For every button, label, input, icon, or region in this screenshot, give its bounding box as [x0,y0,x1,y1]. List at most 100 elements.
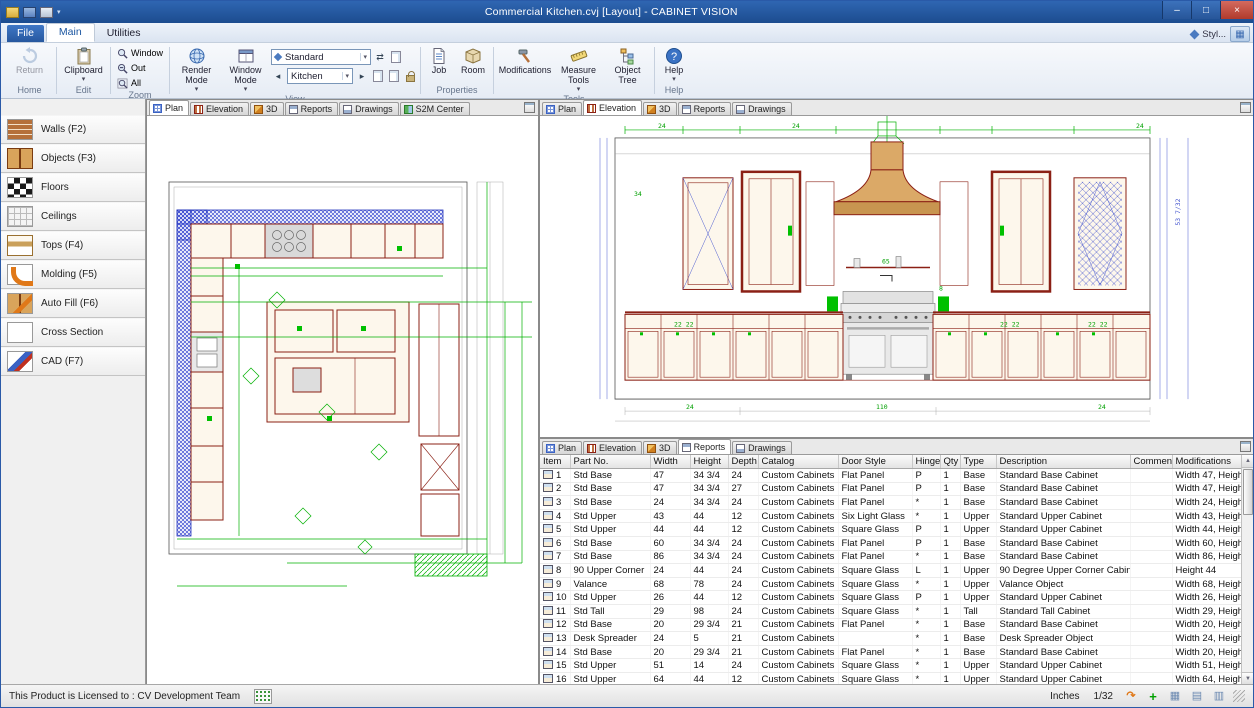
tab-reports[interactable]: Reports [678,102,732,115]
report-row[interactable]: 13Desk Spreader24521Custom Cabinets*1Bas… [540,632,1241,646]
tab-drawings[interactable]: Drawings [732,102,792,115]
tab-plan[interactable]: Plan [542,102,582,115]
minimize-button[interactable]: – [1162,1,1191,19]
plan-canvas[interactable] [147,116,538,685]
report-row[interactable]: 9Valance687824Custom CabinetsSquare Glas… [540,577,1241,591]
column-header-comment[interactable]: Comment [1130,455,1172,469]
report-row[interactable]: 2Std Base4734 3/427Custom CabinetsFlat P… [540,482,1241,496]
report-row[interactable]: 4Std Upper434412Custom CabinetsSix Light… [540,509,1241,523]
close-button[interactable]: × [1220,1,1253,19]
scroll-thumb[interactable] [1243,469,1253,515]
transfer-style-button[interactable]: ⇄ [373,50,387,64]
tab-reports[interactable]: Reports [678,439,732,454]
tab-elevation[interactable]: Elevation [583,100,642,115]
pane-maximize-button[interactable] [1240,441,1251,452]
apply-style-button[interactable] [389,50,403,64]
sidebar-item-objects[interactable]: Objects (F3) [1,144,145,173]
scroll-up-icon[interactable]: ▲ [1242,455,1254,468]
sidebar-item-walls[interactable]: Walls (F2) [1,115,145,144]
previous-room-button[interactable]: ◂ [271,69,285,83]
report-row[interactable]: 14Std Base2029 3/421Custom CabinetsFlat … [540,645,1241,659]
room-combo[interactable]: Kitchen ▾ [287,68,353,84]
column-header-catalog[interactable]: Catalog [758,455,838,469]
snap-grid-button[interactable] [254,689,272,704]
column-header-type[interactable]: Type [960,455,996,469]
report-row[interactable]: 10Std Upper264412Custom CabinetsSquare G… [540,591,1241,605]
tab-drawings[interactable]: Drawings [732,441,792,454]
tab-3d[interactable]: 3D [250,102,284,115]
tab-plan[interactable]: Plan [149,100,189,115]
redo-icon[interactable]: ↷ [1123,691,1139,702]
copy-room-button[interactable] [387,69,401,83]
report-row[interactable]: 11Std Tall299824Custom CabinetsSquare Gl… [540,604,1241,618]
modifications-button[interactable]: Modifications [497,46,553,77]
zoom-window-button[interactable]: Window [114,46,166,60]
tab-main[interactable]: Main [46,23,95,42]
sidebar-item-tops[interactable]: Tops (F4) [1,231,145,260]
tab-utilities[interactable]: Utilities [95,25,153,42]
tab-drawings[interactable]: Drawings [339,102,399,115]
report-row[interactable]: 6Std Base6034 3/424Custom CabinetsFlat P… [540,536,1241,550]
report-row[interactable]: 5Std Upper444412Custom CabinetsSquare Gl… [540,523,1241,537]
elevation-drawing[interactable]: 24 24 24 34 65 8 22 22 22 22 22 22 24 11… [540,116,1254,437]
sidebar-item-ceilings[interactable]: Ceilings [1,202,145,231]
column-header-qty[interactable]: Qty [940,455,960,469]
pane-maximize-button[interactable] [1240,102,1251,113]
save-icon[interactable] [23,7,36,18]
pane-maximize-button[interactable] [524,102,535,113]
grid-view-icon[interactable]: ▦ [1167,691,1183,702]
report-row[interactable]: 7Std Base8634 3/424Custom CabinetsFlat P… [540,550,1241,564]
sidebar-item-auto-fill[interactable]: Auto Fill (F6) [1,289,145,318]
sidebar-item-cad[interactable]: CAD (F7) [1,347,145,376]
tab-file[interactable]: File [7,25,44,42]
report-row[interactable]: 12Std Base2029 3/421Custom CabinetsFlat … [540,618,1241,632]
window-mode-button[interactable]: Window Mode ▾ [222,46,269,94]
job-button[interactable]: Job [424,46,454,77]
style-panel-label[interactable]: Styl... [1202,29,1226,40]
tab-reports[interactable]: Reports [285,102,339,115]
tab-s2m-center[interactable]: S2M Center [400,102,470,115]
tab-elevation[interactable]: Elevation [583,441,642,454]
report-row[interactable]: 15Std Upper511424Custom CabinetsSquare G… [540,659,1241,673]
new-room-button[interactable] [371,69,385,83]
zoom-all-button[interactable]: All [114,76,166,90]
column-header-hinge[interactable]: Hinge [912,455,940,469]
style-combo[interactable]: Standard ▾ [271,49,371,65]
table-view-icon[interactable]: ▤ [1189,691,1205,702]
render-mode-button[interactable]: Render Mode ▾ [173,46,220,94]
room-button[interactable]: Room [456,46,490,77]
column-header-door-style[interactable]: Door Style [838,455,912,469]
tab-3d[interactable]: 3D [643,102,677,115]
next-room-button[interactable]: ▸ [355,69,369,83]
return-button[interactable]: Return [6,46,53,77]
report-row[interactable]: 890 Upper Corner244424Custom CabinetsSqu… [540,564,1241,578]
reports-scrollbar[interactable]: ▲ ▼ [1241,455,1254,685]
report-row[interactable]: 1Std Base4734 3/424Custom CabinetsFlat P… [540,469,1241,483]
plan-drawing[interactable] [147,116,538,685]
resize-grip[interactable] [1233,690,1245,702]
open-icon[interactable] [6,7,19,18]
column-header-item[interactable]: Item [540,455,570,469]
print-icon[interactable] [40,7,53,18]
object-tree-button[interactable]: Object Tree [604,46,651,87]
zoom-out-button[interactable]: Out [114,61,166,75]
help-button[interactable]: ? Help ▾ [658,46,690,85]
add-icon[interactable]: + [1145,690,1161,703]
column-header-description[interactable]: Description [996,455,1130,469]
elevation-canvas[interactable]: 24 24 24 34 65 8 22 22 22 22 22 22 24 11… [540,116,1254,437]
units-label[interactable]: Inches [1046,691,1083,702]
maximize-button[interactable]: □ [1191,1,1220,19]
measure-tools-button[interactable]: Measure Tools ▾ [555,46,602,94]
clipboard-button[interactable]: Clipboard ▾ [60,46,107,85]
scale-label[interactable]: 1/32 [1090,691,1117,702]
layout-view-icon[interactable]: ▥ [1211,691,1227,702]
lock-room-button[interactable] [403,69,417,83]
column-header-width[interactable]: Width [650,455,690,469]
column-header-modifications[interactable]: Modifications [1172,455,1241,469]
reports-table[interactable]: ItemPart No.WidthHeightDepthCatalogDoor … [540,455,1241,685]
ribbon-options-button[interactable]: ▦ [1230,26,1250,42]
column-header-depth[interactable]: Depth [728,455,758,469]
tab-3d[interactable]: 3D [643,441,677,454]
tab-elevation[interactable]: Elevation [190,102,249,115]
sidebar-item-floors[interactable]: Floors [1,173,145,202]
